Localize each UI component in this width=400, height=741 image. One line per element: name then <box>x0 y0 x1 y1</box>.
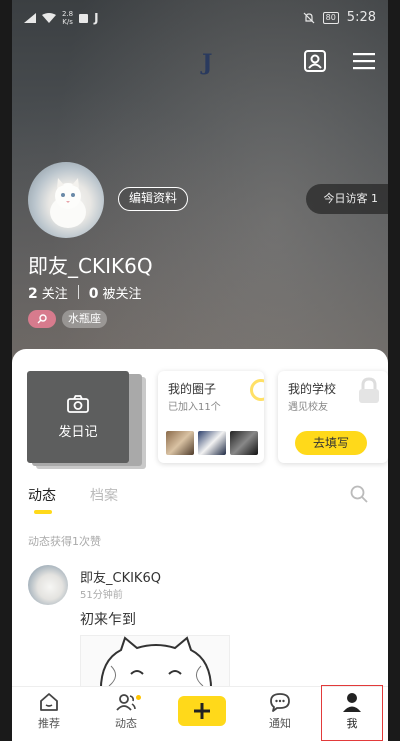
circle-thumb-2 <box>198 431 226 455</box>
person-icon <box>343 693 361 712</box>
battery-icon: 80 <box>322 11 339 24</box>
profile-screen: 2.8 K/s J 80 5:28 J 编辑资料 今日访客 1 即友_CKIK6… <box>12 0 388 741</box>
add-post-button[interactable] <box>178 696 226 726</box>
post-timestamp: 51分钟前 <box>80 590 123 601</box>
school-title: 我的学校 <box>288 382 337 396</box>
likes-summary: 动态获得1次赞 <box>28 535 101 548</box>
net-speed: 2.8 K/s <box>62 10 73 26</box>
camera-icon <box>67 394 89 413</box>
following-count: 2 <box>28 286 38 302</box>
contact-card-icon <box>304 50 326 72</box>
new-activity-dot <box>136 695 141 700</box>
following-link[interactable]: 2 关注 <box>28 283 68 302</box>
nav-notifications[interactable]: 通知 <box>250 691 310 731</box>
followers-label: 被关注 <box>102 287 142 302</box>
diary-label: 发日记 <box>58 424 98 440</box>
followers-link[interactable]: 0 被关注 <box>89 283 142 302</box>
people-icon <box>116 694 136 711</box>
search-icon[interactable] <box>350 485 368 503</box>
profile-avatar[interactable] <box>28 162 104 238</box>
tab-archive[interactable]: 档案 <box>90 485 118 505</box>
home-icon <box>40 693 58 711</box>
profile-tabs: 动态 档案 <box>28 485 118 505</box>
divider <box>77 285 79 299</box>
following-label: 关注 <box>41 287 68 302</box>
menu-button[interactable] <box>349 46 379 76</box>
post-text: 初来乍到 <box>80 612 136 628</box>
nav-recommend-label: 推荐 <box>38 717 60 730</box>
zodiac-tag: 水瓶座 <box>62 310 107 328</box>
nav-activity-label: 动态 <box>115 717 137 730</box>
net-speed-unit: K/s <box>62 18 73 26</box>
profile-tags: 水瓶座 <box>28 310 107 328</box>
circle-thumbnails <box>166 431 258 455</box>
notification-square-icon <box>79 13 89 23</box>
circle-title: 我的圈子 <box>168 382 217 396</box>
my-school-card[interactable]: 我的学校 遇见校友 去填写 <box>278 371 388 463</box>
status-right: 80 5:28 <box>303 10 376 25</box>
follow-stats: 2 关注 0 被关注 <box>28 283 142 302</box>
app-logo: J <box>202 50 213 76</box>
contact-card-button[interactable] <box>300 46 330 76</box>
bottom-nav: 推荐 动态 通知 我 <box>12 685 388 741</box>
female-icon <box>37 314 47 324</box>
nav-recommend[interactable]: 推荐 <box>19 691 79 731</box>
followers-count: 0 <box>88 286 99 302</box>
status-bar: 2.8 K/s J 80 5:28 <box>12 0 388 38</box>
mute-icon <box>303 12 315 23</box>
nav-me-label: 我 <box>346 717 358 730</box>
active-tab-indicator <box>34 510 52 514</box>
nav-me[interactable]: 我 <box>322 691 382 731</box>
tab-activity[interactable]: 动态 <box>28 485 56 505</box>
menu-icon <box>353 53 375 70</box>
post-avatar[interactable] <box>28 565 68 605</box>
nav-notifications-label: 通知 <box>269 717 291 730</box>
lock-icon <box>359 377 379 403</box>
net-speed-value: 2.8 <box>62 10 74 18</box>
nav-activity[interactable]: 动态 <box>96 691 156 731</box>
username: 即友_CKIK6Q <box>28 254 153 278</box>
status-left: 2.8 K/s J <box>24 10 99 26</box>
clock: 5:28 <box>346 10 376 25</box>
content-card: 发日记 我的圈子 已加入11个 我的学校 遇见校友 去填写 动态 档案 动态获得… <box>12 349 388 695</box>
signal-icon <box>24 13 36 23</box>
school-subtitle: 遇见校友 <box>288 402 328 413</box>
my-circles-card[interactable]: 我的圈子 已加入11个 <box>158 371 264 463</box>
cat-avatar-image <box>50 178 86 228</box>
wifi-icon <box>42 13 56 23</box>
circle-thumb-1 <box>166 431 194 455</box>
edit-profile-button[interactable]: 编辑资料 <box>118 187 189 211</box>
circle-subtitle: 已加入11个 <box>168 402 221 413</box>
today-visitors-button[interactable]: 今日访客 1 <box>305 184 388 214</box>
circle-thumb-3 <box>230 431 258 455</box>
chat-bubble-icon <box>270 693 290 712</box>
plus-icon <box>194 703 210 719</box>
write-diary-button[interactable]: 发日记 <box>27 371 129 463</box>
fill-school-button[interactable]: 去填写 <box>295 431 367 455</box>
circle-ring-icon <box>250 379 264 401</box>
gender-tag <box>28 310 56 328</box>
post-username[interactable]: 即友_CKIK6Q <box>80 567 161 586</box>
app-notification-icon: J <box>94 11 99 25</box>
